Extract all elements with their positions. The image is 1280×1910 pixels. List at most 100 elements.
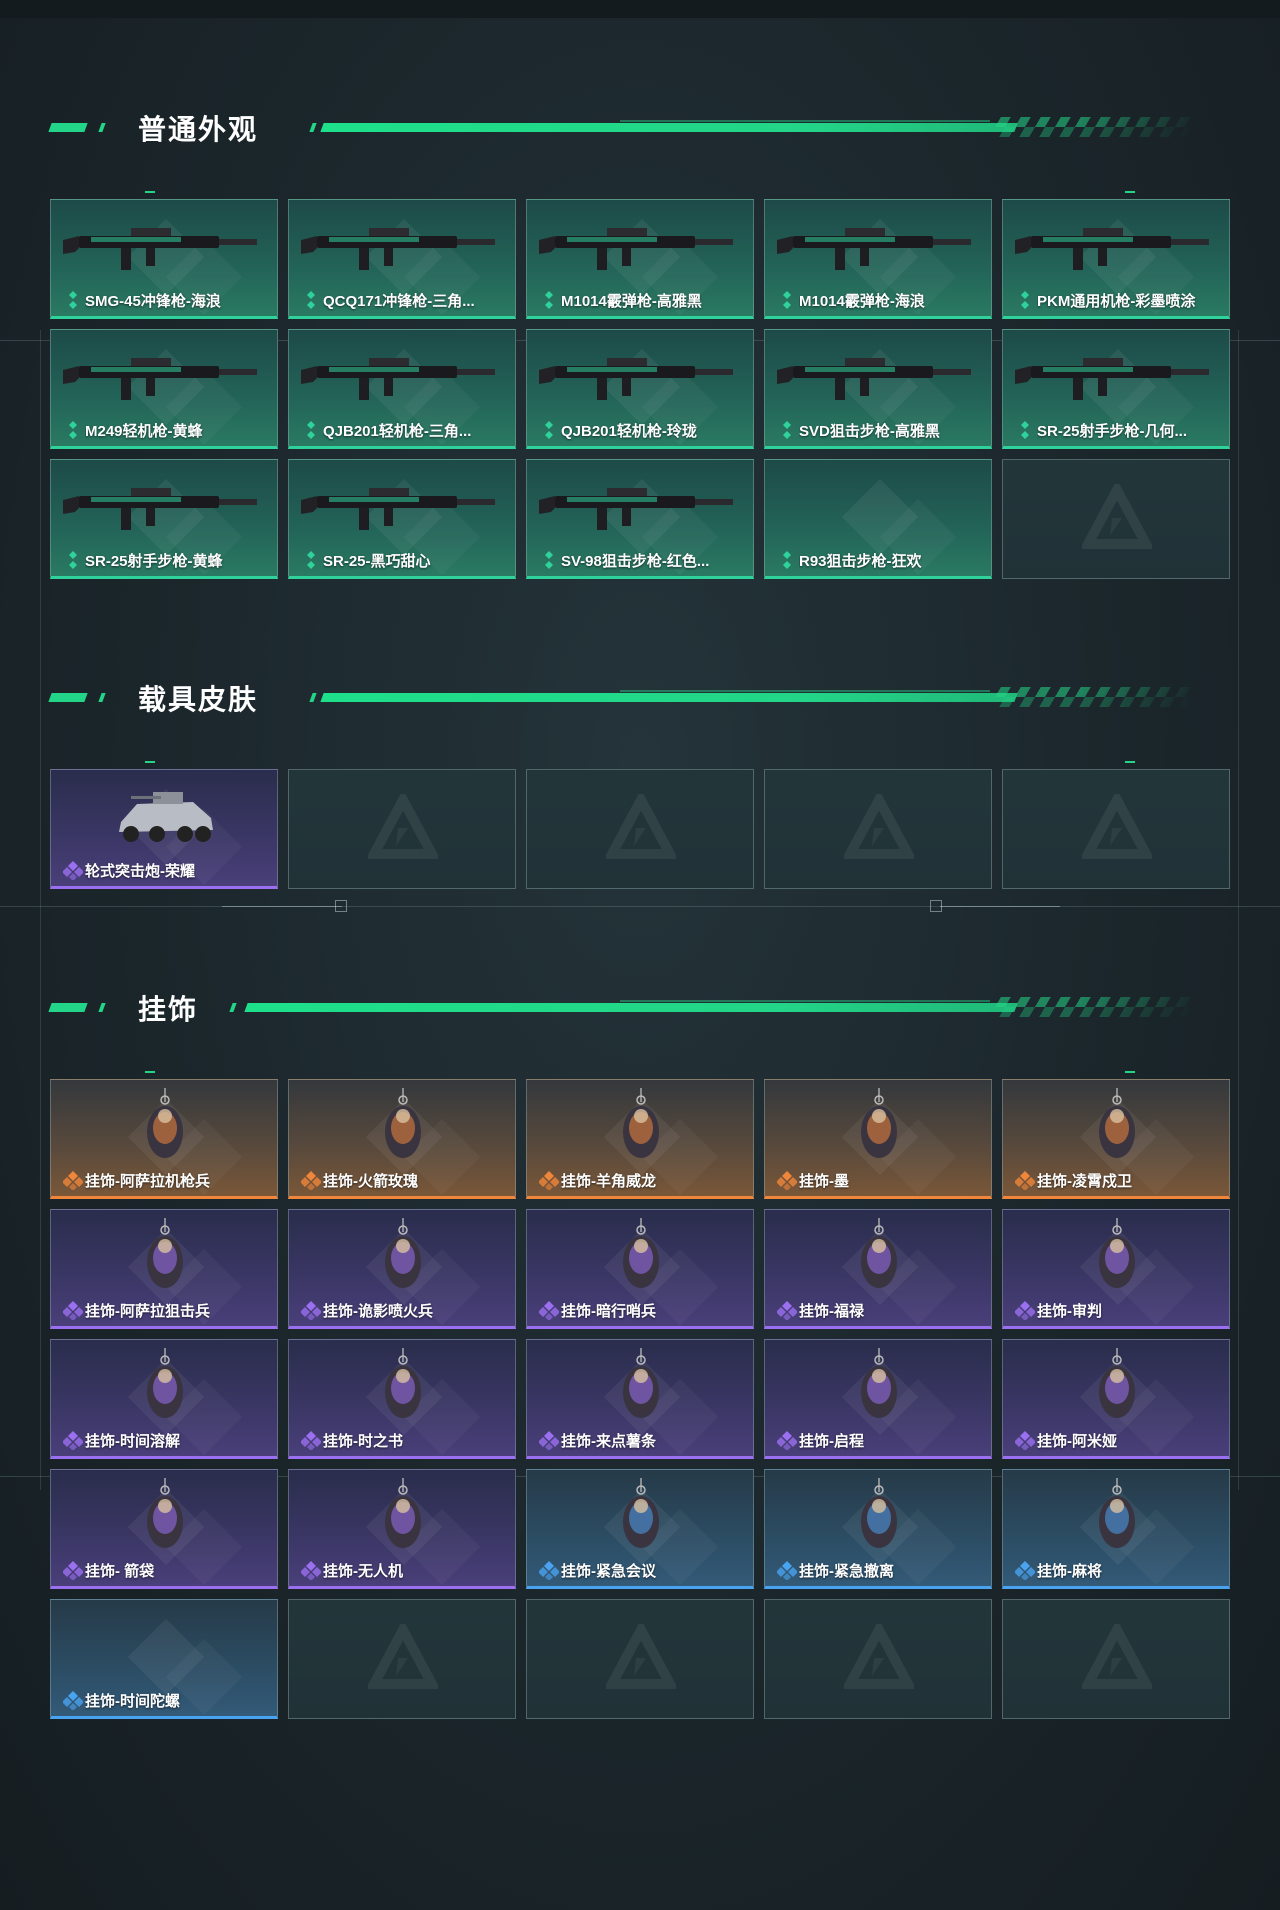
item-card[interactable]: 挂饰-诡影喷火兵 [288,1209,516,1329]
charm-figure-icon [61,1216,269,1296]
item-card[interactable]: 挂饰-时间溶解 [50,1339,278,1459]
item-card[interactable]: 挂饰-福禄 [764,1209,992,1329]
item-card[interactable]: 挂饰- 箭袋 [50,1469,278,1589]
item-card[interactable]: 挂饰-墨 [764,1079,992,1199]
item-card[interactable]: M1014霰弹枪-高雅黑 [526,199,754,319]
section-header: 挂饰 [0,987,1280,1027]
item-card[interactable]: 挂饰-阿萨拉机枪兵 [50,1079,278,1199]
item-card[interactable]: 挂饰-凌霄戍卫 [1002,1079,1230,1199]
item-card[interactable]: 挂饰-阿米娅 [1002,1339,1230,1459]
item-card[interactable]: QJB201轻机枪-玲珑 [526,329,754,449]
rarity-diamond-icon [538,1560,560,1581]
item-card[interactable]: SR-25-黑巧甜心 [288,459,516,579]
rarity-diamond-icon [62,1560,84,1581]
rarity-diamond-icon [62,1300,84,1321]
item-label: M1014霰弹枪-海浪 [799,293,925,310]
rarity-diamond-icon [539,420,559,440]
rarity-diamond-icon [776,1300,798,1321]
item-label: R93狙击步枪-狂欢 [799,553,922,570]
charm-figure-icon [299,1216,507,1296]
item-card[interactable]: 挂饰-无人机 [288,1469,516,1589]
grid-tick [1125,1071,1135,1073]
charm-badge-icon [537,1476,745,1556]
item-card[interactable]: SVD狙击步枪-高雅黑 [764,329,992,449]
item-card[interactable]: PKM通用机枪-彩墨喷涂 [1002,199,1230,319]
rarity-diamond-icon [62,1430,84,1451]
rarity-diamond-icon [1015,420,1035,440]
item-card[interactable]: 挂饰-审判 [1002,1209,1230,1329]
item-card[interactable]: 挂饰-麻将 [1002,1469,1230,1589]
item-label: SMG-45冲锋枪-海浪 [85,293,221,310]
item-card[interactable]: 挂饰-时间陀螺 [50,1599,278,1719]
item-label: SR-25射手步枪-黄蜂 [85,553,223,570]
section-title: 挂饰 [138,994,199,1025]
grid-tick [145,1071,155,1073]
item-label: 挂饰-来点薯条 [561,1433,656,1450]
rarity-diamond-icon [63,550,83,570]
delta-logo-icon [1079,479,1155,559]
item-label: 挂饰-阿米娅 [1037,1433,1117,1450]
item-label: QJB201轻机枪-三角... [323,423,472,440]
header-accent-dash [309,123,317,132]
item-label: 轮式突击炮-荣耀 [85,863,195,880]
item-card[interactable]: SV-98狙击步枪-红色... [526,459,754,579]
item-card[interactable]: QJB201轻机枪-三角... [288,329,516,449]
charm-figure-icon [537,1086,745,1166]
item-label: SVD狙击步枪-高雅黑 [799,423,940,440]
section-title: 普通外观 [138,114,259,145]
empty-item-slot [526,769,754,889]
header-accent-bar [244,1003,1018,1012]
charm-tag-icon [775,1086,983,1166]
item-card[interactable]: 轮式突击炮-荣耀 [50,769,278,889]
item-card[interactable]: 挂饰-来点薯条 [526,1339,754,1459]
item-card[interactable]: SMG-45冲锋枪-海浪 [50,199,278,319]
smg-weapon-icon [61,206,269,286]
item-card[interactable]: 挂饰-时之书 [288,1339,516,1459]
item-card[interactable]: M249轻机枪-黄蜂 [50,329,278,449]
charm-figure-icon [1013,1346,1221,1426]
rarity-diamond-icon [62,860,84,881]
item-card[interactable]: SR-25射手步枪-黄蜂 [50,459,278,579]
item-label: 挂饰-无人机 [323,1563,403,1580]
header-thin-line [620,690,990,692]
machine-gun-weapon-icon [61,336,269,416]
item-card[interactable]: SR-25射手步枪-几何... [1002,329,1230,449]
empty-item-slot [288,1599,516,1719]
item-card[interactable]: R93狙击步枪-狂欢 [764,459,992,579]
item-label: SR-25射手步枪-几何... [1037,423,1188,440]
grid-tick [145,191,155,193]
rarity-diamond-icon [300,1300,322,1321]
header-accent-bar [320,693,1018,702]
frame-square [930,900,942,912]
item-label: 挂饰-福禄 [799,1303,864,1320]
delta-logo-icon [841,789,917,869]
item-card[interactable]: M1014霰弹枪-海浪 [764,199,992,319]
item-card[interactable]: 挂饰-羊角威龙 [526,1079,754,1199]
item-card[interactable]: 挂饰-紧急会议 [526,1469,754,1589]
item-card[interactable]: 挂饰-紧急撤离 [764,1469,992,1589]
empty-item-slot [764,769,992,889]
shotgun-weapon-icon [537,206,745,286]
header-thin-line [620,1000,990,1002]
item-card[interactable]: 挂饰-启程 [764,1339,992,1459]
charm-figure-icon [1013,1086,1221,1166]
rifle-weapon-icon [61,466,269,546]
item-label: 挂饰-审判 [1037,1303,1102,1320]
machine-gun-weapon-icon [299,336,507,416]
item-label: 挂饰-阿萨拉机枪兵 [85,1173,210,1190]
rarity-diamond-icon [301,290,321,310]
item-card[interactable]: 挂饰-阿萨拉狙击兵 [50,1209,278,1329]
header-accent-dash [309,693,317,702]
item-card[interactable]: QCQ171冲锋枪-三角... [288,199,516,319]
section-header: 载具皮肤 [0,677,1280,717]
item-label: 挂饰-紧急撤离 [799,1563,894,1580]
charm-figure-icon [537,1216,745,1296]
header-checker-pattern [989,687,1201,707]
rarity-diamond-icon [301,550,321,570]
header-accent-dash [229,1003,237,1012]
item-card[interactable]: 挂饰-火箭玫瑰 [288,1079,516,1199]
item-label: 挂饰-时间溶解 [85,1433,180,1450]
machine-gun-weapon-icon [537,336,745,416]
item-card[interactable]: 挂饰-暗行哨兵 [526,1209,754,1329]
charm-figure-icon [61,1346,269,1426]
